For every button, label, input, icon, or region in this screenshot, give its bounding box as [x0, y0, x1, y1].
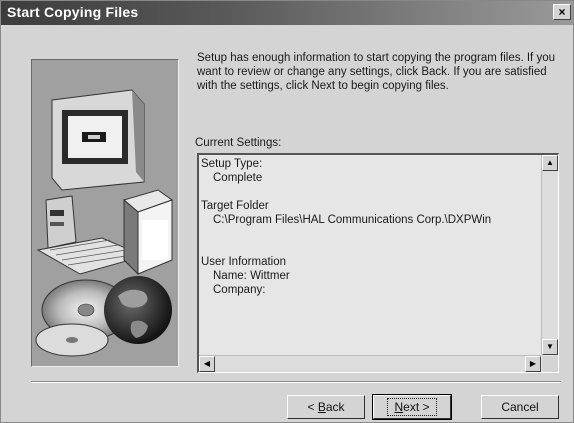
- scroll-corner: [542, 356, 558, 372]
- settings-line: Setup Type:: [201, 158, 263, 170]
- next-button[interactable]: Next >: [372, 394, 452, 420]
- next-button-mnemonic: N: [394, 400, 404, 414]
- settings-line: [201, 185, 539, 199]
- setup-dialog: Start Copying Files × Setup has enough i…: [0, 0, 574, 423]
- current-settings-label: Current Settings:: [195, 137, 282, 149]
- back-button-label: ack: [325, 400, 345, 414]
- vertical-scrollbar[interactable]: ▲ ▼: [541, 155, 558, 355]
- setup-illustration-icon: [31, 59, 179, 367]
- close-button[interactable]: ×: [553, 4, 571, 20]
- next-button-focus: Next >: [387, 398, 437, 416]
- settings-line: Target Folder: [201, 200, 269, 212]
- settings-line: Company:: [213, 284, 266, 296]
- scroll-left-icon: ◀: [203, 359, 211, 368]
- title-bar[interactable]: Start Copying Files ×: [1, 1, 573, 25]
- scroll-up-button[interactable]: ▲: [542, 155, 558, 171]
- scroll-up-icon: ▲: [546, 158, 554, 167]
- cancel-button-label: Cancel: [501, 400, 539, 414]
- back-button-mnemonic: B: [317, 400, 326, 414]
- scroll-down-button[interactable]: ▼: [542, 339, 558, 355]
- back-button-prefix: <: [307, 400, 318, 414]
- scroll-right-icon: ▶: [529, 359, 537, 368]
- settings-line: Name: Wittmer: [213, 270, 290, 282]
- settings-line: [201, 227, 539, 241]
- scroll-right-button[interactable]: ▶: [525, 356, 541, 372]
- settings-line: User Information: [201, 256, 287, 268]
- current-settings-box[interactable]: Setup Type: Complete Target Folder C:\Pr…: [197, 153, 559, 373]
- instruction-text: Setup has enough information to start co…: [197, 52, 555, 92]
- close-icon: ×: [558, 5, 566, 19]
- settings-line: C:\Program Files\HAL Communications Corp…: [213, 214, 492, 226]
- cancel-button[interactable]: Cancel: [481, 395, 559, 419]
- scroll-left-button[interactable]: ◀: [199, 356, 215, 372]
- next-button-label: ext >: [403, 400, 430, 414]
- scroll-down-icon: ▼: [546, 342, 554, 351]
- settings-line: [201, 241, 539, 255]
- horizontal-scrollbar[interactable]: ◀ ▶: [199, 355, 541, 372]
- settings-line: Complete: [213, 172, 263, 184]
- window-title: Start Copying Files: [7, 4, 139, 20]
- back-button[interactable]: < Back: [287, 395, 365, 419]
- footer-divider: [31, 381, 561, 383]
- settings-content: Setup Type: Complete Target Folder C:\Pr…: [201, 157, 539, 297]
